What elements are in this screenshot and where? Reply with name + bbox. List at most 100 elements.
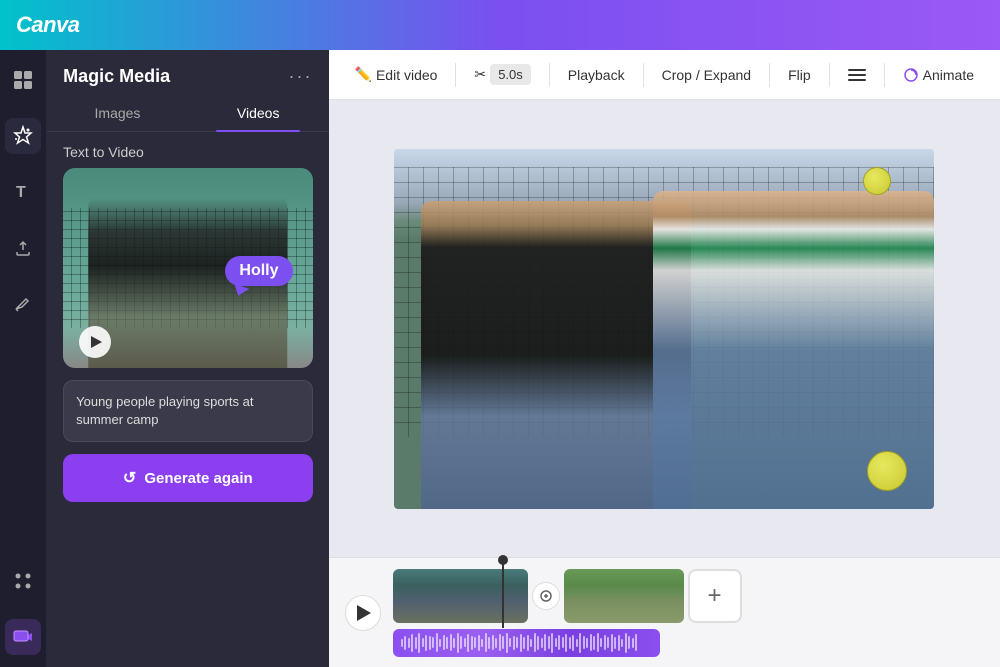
generate-button[interactable]: ↺ Generate again	[63, 454, 312, 502]
waveform-bar	[495, 638, 497, 648]
crop-expand-button[interactable]: Crop / Expand	[652, 61, 762, 89]
waveform-bar	[625, 633, 627, 653]
preview-play-button[interactable]	[79, 326, 111, 358]
waveform-bar	[509, 638, 511, 647]
waveform-bar	[439, 639, 441, 647]
section-label: Text to Video	[47, 144, 328, 168]
waveform-bar	[551, 633, 553, 653]
waveform-bar	[632, 638, 634, 648]
sidebar-icon-media[interactable]	[5, 619, 41, 655]
clip-separator	[532, 582, 560, 610]
refresh-icon: ↺	[123, 468, 136, 488]
sidebar-icon-apps[interactable]	[5, 563, 41, 599]
waveform-bar	[593, 636, 595, 650]
waveform-bar	[450, 634, 452, 651]
panel-menu-button[interactable]: ···	[289, 66, 313, 87]
scissors-button[interactable]: ✂ 5.0s	[464, 58, 540, 91]
waveform-bar	[492, 635, 494, 650]
tennis-ball-bottom	[867, 451, 907, 491]
waveform-bar	[600, 638, 602, 647]
panel-title: Magic Media	[63, 66, 170, 87]
duration-badge: 5.0s	[490, 64, 531, 85]
sidebar-icon-text[interactable]: T	[5, 174, 41, 210]
waveform-bar	[583, 636, 585, 649]
waveform-bar	[471, 636, 473, 650]
waveform-bar	[411, 634, 413, 652]
timeline-tracks: +	[393, 569, 984, 657]
tab-images[interactable]: Images	[47, 95, 188, 131]
icon-sidebar: T	[0, 50, 47, 667]
waveform-bar	[579, 633, 581, 653]
waveform-bar	[453, 638, 455, 648]
waveform-bar	[418, 633, 420, 653]
waveform-bar	[425, 635, 427, 651]
timeline-area: +	[329, 557, 1000, 667]
waveform-bar	[429, 636, 431, 650]
svg-text:T: T	[16, 184, 26, 201]
waveform-bar	[590, 634, 592, 651]
toolbar-divider-1	[455, 63, 456, 87]
waveform-bar	[618, 635, 620, 651]
timeline-play-button[interactable]	[345, 595, 381, 631]
scissors-icon: ✂	[474, 66, 486, 83]
waveform-bar	[614, 637, 616, 649]
lines-icon	[848, 66, 866, 84]
waveform-bar	[457, 633, 459, 653]
waveform-bar	[562, 637, 564, 648]
timeline-marker-line	[502, 563, 504, 628]
waveform-bar	[572, 635, 574, 651]
waveform-bar	[516, 637, 518, 648]
sidebar-icon-magic[interactable]	[5, 118, 41, 154]
holly-badge: Holly	[225, 256, 292, 286]
sidebar-icon-upload[interactable]	[5, 230, 41, 266]
top-bar: Canva	[0, 0, 1000, 50]
waveform-bar	[530, 639, 532, 647]
main-video-frame	[394, 149, 934, 509]
waveform-bar	[520, 634, 522, 652]
waveform-bar	[401, 639, 403, 647]
animate-button[interactable]: Animate	[893, 61, 984, 89]
edit-video-button[interactable]: ✏️ Edit video	[345, 60, 448, 89]
waveform-bar	[527, 635, 529, 651]
waveform-bar	[436, 633, 438, 652]
waveform-bar	[611, 634, 613, 652]
sidebar-icon-draw[interactable]	[5, 286, 41, 322]
tab-videos[interactable]: Videos	[188, 95, 329, 131]
waveform-bar	[432, 637, 434, 648]
waveform-bar	[474, 637, 476, 648]
main-video-background	[394, 149, 934, 509]
playback-button[interactable]: Playback	[558, 61, 635, 89]
waveform-bar	[534, 633, 536, 652]
main-container: T	[0, 50, 1000, 667]
waveform-bar	[607, 637, 609, 648]
toolbar-divider-2	[549, 63, 550, 87]
waveform-bar	[404, 636, 406, 650]
waveform-bar	[523, 637, 525, 649]
waveform-bar	[558, 635, 560, 650]
waveform-bar	[628, 636, 630, 649]
clip-2-thumbnail	[564, 569, 684, 623]
sidebar-icon-grid[interactable]	[5, 62, 41, 98]
video-clips-row: +	[393, 569, 984, 623]
waveform-bar	[443, 635, 445, 650]
toolbar-divider-3	[643, 63, 644, 87]
waveform-bar	[513, 636, 515, 650]
video-preview-container: Holly	[63, 168, 312, 368]
timeline-marker	[498, 553, 508, 628]
waveform-bar	[565, 634, 567, 652]
audio-track-row	[393, 629, 984, 657]
waveform-bar	[499, 634, 501, 651]
flip-button[interactable]: Flip	[778, 61, 821, 89]
audio-waveform[interactable]	[393, 629, 660, 657]
waveform-bar	[537, 636, 539, 650]
tennis-ball-top	[863, 167, 891, 195]
lines-menu-button[interactable]	[838, 60, 876, 90]
prompt-input[interactable]: Young people playing sports at summer ca…	[63, 380, 312, 442]
waveform-bar	[621, 639, 623, 647]
waveform-bar	[446, 637, 448, 649]
add-clip-button[interactable]: +	[688, 569, 742, 623]
right-area: ✏️ Edit video ✂ 5.0s Playback Crop / Exp…	[329, 50, 1000, 667]
canva-logo: Canva	[16, 12, 80, 38]
video-clip-2[interactable]	[564, 569, 684, 623]
panel-header: Magic Media ···	[47, 50, 328, 95]
